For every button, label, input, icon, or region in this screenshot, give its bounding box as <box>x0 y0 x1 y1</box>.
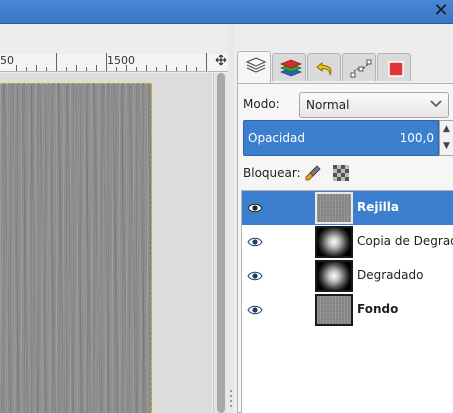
layer-thumbnail <box>315 260 353 292</box>
paths-icon <box>350 59 372 78</box>
opacity-label: Opacidad <box>248 131 305 145</box>
ruler-tick <box>66 67 67 71</box>
ruler-label: 50 <box>0 54 14 67</box>
divider-grip <box>230 400 232 402</box>
lock-alpha-icon[interactable] <box>333 165 349 181</box>
layer-thumbnail <box>315 226 353 258</box>
opacity-slider[interactable]: Opacidad 100,0 <box>243 120 439 156</box>
title-bar: ✕ <box>0 0 453 24</box>
mode-row: Modo: Normal <box>243 92 453 118</box>
lock-label: Bloquear: <box>243 166 301 180</box>
navigate-icon <box>215 54 227 66</box>
ruler-tick <box>36 65 37 71</box>
eye-icon[interactable] <box>247 202 263 214</box>
dock-tabs: ◀ <box>234 51 453 100</box>
layer-row[interactable]: Degradado <box>242 259 453 293</box>
lock-row: Bloquear: <box>243 164 453 184</box>
ruler-tick <box>76 65 77 71</box>
ruler-tick <box>176 67 177 71</box>
tab-channels[interactable] <box>272 53 306 81</box>
layer-thumbnail <box>315 294 353 326</box>
scrollbar-thumb[interactable] <box>217 73 225 413</box>
layer-name: Fondo <box>357 302 399 316</box>
layers-icon <box>245 57 267 73</box>
vertical-scrollbar[interactable] <box>213 73 227 413</box>
opacity-value: 100,0 <box>399 131 434 145</box>
ruler-tick <box>166 65 167 71</box>
layer-thumbnail <box>315 192 353 224</box>
image-canvas[interactable] <box>0 83 152 413</box>
layer-row[interactable]: Copia de Degradado <box>242 225 453 259</box>
ruler-tick <box>136 67 137 71</box>
ruler-tick <box>46 67 47 71</box>
divider-grip <box>230 405 232 407</box>
ruler-tick <box>106 53 107 71</box>
tab-undo-history[interactable] <box>307 53 341 81</box>
ruler-tick <box>196 67 197 71</box>
layer-row[interactable]: Fondo <box>242 293 453 327</box>
ruler-tick <box>96 65 97 71</box>
ruler-tick <box>16 65 17 71</box>
opacity-spin-buttons: ▲ ▼ <box>439 120 453 156</box>
layers-panel: Modo: Normal Opacidad 100,0 ▲ ▼ Bloquear… <box>237 83 453 413</box>
eye-icon[interactable] <box>247 304 263 316</box>
navigate-button[interactable] <box>214 54 228 72</box>
horizontal-ruler[interactable]: 50 1500 <box>0 53 214 72</box>
layers-list: Rejilla Copia de Degradado Degradado <box>241 190 453 413</box>
ruler-tick <box>56 53 57 71</box>
layer-name: Rejilla <box>357 200 399 214</box>
lock-paint-icon[interactable] <box>305 165 321 181</box>
ruler-tick <box>26 67 27 71</box>
ruler-tick <box>206 53 207 71</box>
ruler-tick <box>116 67 117 71</box>
ruler-tick <box>156 67 157 71</box>
ruler-tick <box>146 65 147 71</box>
mode-label: Modo: <box>243 97 280 111</box>
layers-dock: ◀ Modo: Normal Opacidad 100,0 ▲ ▼ Bloque… <box>234 24 453 413</box>
spin-up-icon[interactable]: ▲ <box>440 121 453 138</box>
spin-down-icon[interactable]: ▼ <box>440 138 453 155</box>
close-icon[interactable]: ✕ <box>432 2 450 20</box>
channels-icon <box>280 59 302 77</box>
mode-select[interactable]: Normal <box>299 92 449 118</box>
ruler-tick <box>126 65 127 71</box>
divider-grip <box>230 390 232 392</box>
mode-value: Normal <box>306 98 350 112</box>
chevron-down-icon <box>430 100 442 108</box>
tab-paths[interactable] <box>342 53 376 81</box>
tab-layers[interactable] <box>237 51 271 83</box>
tab-colors[interactable] <box>377 53 411 81</box>
ruler-label: 1500 <box>107 54 135 67</box>
eye-icon[interactable] <box>247 236 263 248</box>
color-stop-icon <box>388 61 404 77</box>
ruler-tick <box>186 65 187 71</box>
undo-history-icon <box>316 61 332 76</box>
ruler-tick <box>86 67 87 71</box>
layer-name: Copia de Degradado <box>357 234 453 248</box>
layer-row[interactable]: Rejilla <box>242 191 453 225</box>
divider-grip <box>230 395 232 397</box>
eye-icon[interactable] <box>247 270 263 282</box>
layer-name: Degradado <box>357 268 424 282</box>
